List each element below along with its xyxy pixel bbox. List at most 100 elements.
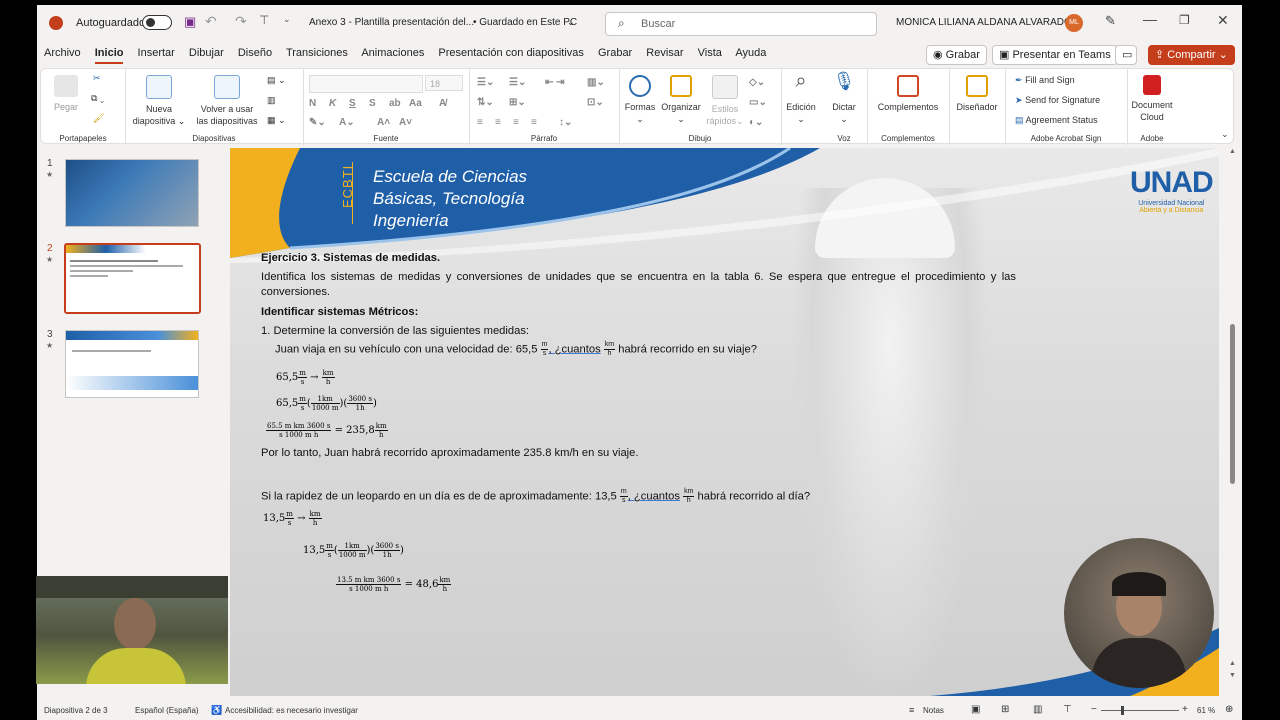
tab-dibujar[interactable]: Dibujar: [189, 47, 224, 59]
shape-fill-icon[interactable]: ◇⌄: [749, 77, 765, 88]
italic-icon[interactable]: K: [329, 98, 336, 109]
agreement-status-button[interactable]: ▤ Agreement Status: [1015, 115, 1098, 126]
format-painter-icon[interactable]: 🖌: [93, 113, 104, 124]
spacing-icon[interactable]: ab: [389, 98, 401, 109]
chevron-down-icon[interactable]: ⌄: [567, 17, 575, 28]
align-text-icon[interactable]: ⊞⌄: [509, 97, 526, 108]
tab-insertar[interactable]: Insertar: [138, 47, 175, 59]
tab-vista[interactable]: Vista: [698, 47, 722, 59]
minimize-icon[interactable]: —: [1143, 11, 1157, 27]
indent-icon[interactable]: ⇤ ⇥: [545, 77, 565, 88]
arrange-button[interactable]: Organizar ⌄: [659, 75, 703, 125]
new-slide-button[interactable]: Nueva diapositiva ⌄: [129, 75, 189, 127]
search-box[interactable]: ⌕ Buscar: [605, 12, 877, 36]
shape-outline-icon[interactable]: ▭⌄: [749, 97, 767, 108]
dictate-button[interactable]: 🎙 Dictar ⌄: [823, 72, 865, 125]
autosave-toggle[interactable]: [142, 15, 172, 30]
text-direction-icon[interactable]: ⇅⌄: [477, 97, 494, 108]
scroll-up-icon[interactable]: ▲: [1229, 148, 1236, 155]
zoom-out-icon[interactable]: −: [1091, 704, 1097, 715]
sorter-view-icon[interactable]: ⊞: [1001, 704, 1009, 715]
present-icon[interactable]: ⊤: [259, 13, 269, 27]
reset-icon[interactable]: ▥: [267, 95, 276, 106]
zoom-in-icon[interactable]: +: [1182, 704, 1188, 715]
numbering-icon[interactable]: ☰⌄: [509, 77, 526, 88]
fill-sign-button[interactable]: ✒ Fill and Sign: [1015, 75, 1075, 86]
bullets-icon[interactable]: ☰⌄: [477, 77, 494, 88]
slide-thumbnail-3[interactable]: [65, 330, 199, 398]
notes-button[interactable]: Notas: [923, 706, 944, 715]
save-icon[interactable]: ▣: [184, 14, 196, 30]
pen-icon[interactable]: ✎: [1105, 13, 1116, 29]
tab-archivo[interactable]: Archivo: [44, 47, 81, 59]
align-right-icon[interactable]: ≡: [513, 117, 519, 128]
layout-icon[interactable]: ▤ ⌄: [267, 75, 286, 86]
share-button[interactable]: ⇪ Compartir ⌄: [1148, 45, 1235, 65]
slide-thumbnail-2[interactable]: [64, 243, 201, 314]
reuse-slides-button[interactable]: Volver a usar las diapositivas: [191, 75, 263, 127]
scroll-page-up-icon[interactable]: ▲: [1229, 660, 1236, 667]
collapse-ribbon-icon[interactable]: ⌄: [1221, 129, 1229, 140]
undo-icon[interactable]: ↶: [205, 13, 217, 30]
font-family-select[interactable]: [309, 75, 423, 93]
shrink-font-icon[interactable]: A˅: [399, 117, 412, 128]
paste-button[interactable]: Pegar: [49, 75, 83, 113]
tab-diseno[interactable]: Diseño: [238, 47, 272, 59]
send-signature-button[interactable]: ➤ Send for Signature: [1015, 95, 1100, 106]
grow-font-icon[interactable]: A˄: [377, 117, 390, 128]
smartart-icon[interactable]: ⊡⌄: [587, 97, 604, 108]
vertical-scrollbar[interactable]: ▲ ▲ ▼: [1227, 148, 1237, 696]
language-indicator[interactable]: Español (España): [135, 706, 199, 715]
shapes-button[interactable]: Formas ⌄: [621, 75, 659, 125]
justify-icon[interactable]: ≡: [531, 117, 537, 128]
copy-icon[interactable]: ⧉ ⌄: [91, 93, 104, 104]
scroll-thumb[interactable]: [1230, 324, 1235, 484]
tab-ayuda[interactable]: Ayuda: [735, 47, 766, 59]
addins-button[interactable]: Complementos: [871, 75, 945, 113]
columns-icon[interactable]: ▥⌄: [587, 77, 605, 88]
scroll-page-down-icon[interactable]: ▼: [1229, 672, 1236, 679]
slideshow-view-icon[interactable]: ⊤: [1063, 704, 1072, 715]
reading-view-icon[interactable]: ▥: [1033, 704, 1042, 715]
tab-presentacion[interactable]: Presentación con diapositivas: [438, 47, 584, 59]
underline-icon[interactable]: S: [349, 98, 356, 109]
designer-button[interactable]: Diseñador: [951, 75, 1003, 113]
accessibility-status[interactable]: Accesibilidad: es necesario investigar: [225, 706, 358, 715]
close-icon[interactable]: ✕: [1217, 12, 1229, 29]
bold-icon[interactable]: N: [309, 98, 316, 109]
zoom-level[interactable]: 61 %: [1197, 706, 1215, 715]
quick-styles-button[interactable]: Estilos rápidos⌄: [705, 75, 745, 127]
clear-format-icon[interactable]: A̸: [439, 98, 446, 109]
zoom-slider-thumb[interactable]: [1121, 706, 1124, 715]
section-icon[interactable]: ▦ ⌄: [267, 115, 286, 126]
tab-grabar[interactable]: Grabar: [598, 47, 632, 59]
save-status[interactable]: • Guardado en Este PC: [473, 17, 577, 28]
tab-animaciones[interactable]: Animaciones: [361, 47, 424, 59]
slide-thumbnail-1[interactable]: [65, 159, 199, 227]
highlight-icon[interactable]: ✎⌄: [309, 117, 326, 128]
cut-icon[interactable]: ✂: [93, 73, 101, 84]
user-name[interactable]: MONICA LILIANA ALDANA ALVARADO: [896, 17, 1072, 28]
align-center-icon[interactable]: ≡: [495, 117, 501, 128]
font-size-select[interactable]: 18: [425, 75, 463, 91]
strikethrough-icon[interactable]: S: [369, 98, 376, 109]
font-color-icon[interactable]: A⌄: [339, 117, 355, 128]
user-avatar[interactable]: ML: [1065, 14, 1083, 32]
line-spacing-icon[interactable]: ↕⌄: [559, 117, 572, 128]
normal-view-icon[interactable]: ▣: [971, 704, 980, 715]
change-case-icon[interactable]: Aa: [409, 98, 422, 109]
document-cloud-button[interactable]: Document Cloud: [1127, 75, 1177, 123]
record-button[interactable]: ◉ Grabar: [926, 45, 987, 65]
fit-slide-icon[interactable]: ⊕: [1225, 704, 1233, 715]
customize-toolbar-icon[interactable]: ⌄: [283, 14, 291, 25]
redo-icon[interactable]: ↷: [235, 13, 247, 30]
editing-button[interactable]: ⌕ Edición ⌄: [781, 71, 821, 125]
restore-icon[interactable]: ❐: [1179, 13, 1190, 27]
tab-transiciones[interactable]: Transiciones: [286, 47, 348, 59]
zoom-slider[interactable]: [1101, 710, 1179, 711]
shape-effects-icon[interactable]: ◐⌄: [749, 117, 763, 128]
present-teams-button[interactable]: ▣ Presentar en Teams: [992, 45, 1118, 65]
align-left-icon[interactable]: ≡: [477, 117, 483, 128]
tab-revisar[interactable]: Revisar: [646, 47, 683, 59]
tab-inicio[interactable]: Inicio: [94, 47, 124, 64]
